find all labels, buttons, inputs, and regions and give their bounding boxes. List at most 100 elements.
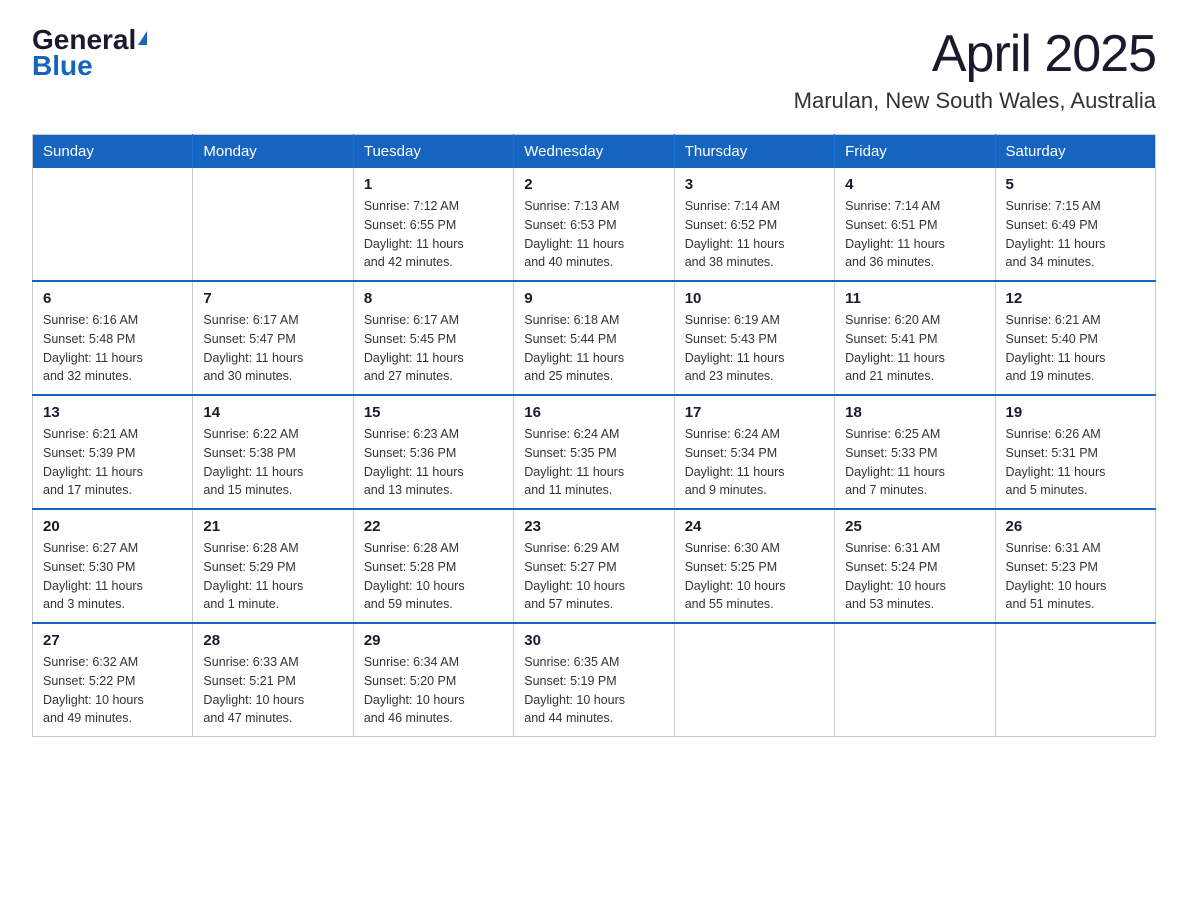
calendar-cell: 21 Sunrise: 6:28 AM Sunset: 5:29 PM Dayli… [193, 509, 353, 623]
day-info: Sunrise: 6:21 AM Sunset: 5:40 PM Dayligh… [1006, 311, 1145, 386]
calendar-cell: 23Sunrise: 6:29 AM Sunset: 5:27 PM Dayli… [514, 509, 674, 623]
day-number: 7 [203, 290, 342, 307]
day-number: 20 [43, 518, 182, 535]
day-number: 12 [1006, 290, 1145, 307]
calendar-cell: 1 Sunrise: 7:12 AM Sunset: 6:55 PM Daylig… [353, 168, 513, 281]
calendar-cell: 30 Sunrise: 6:35 AM Sunset: 5:19 PM Dayli… [514, 623, 674, 737]
location-title: Marulan, New South Wales, Australia [794, 88, 1156, 114]
calendar-cell: 29 Sunrise: 6:34 AM Sunset: 5:20 PM Dayli… [353, 623, 513, 737]
calendar-cell [674, 623, 834, 737]
calendar-table: SundayMondayTuesdayWednesdayThursdayFrid… [32, 134, 1156, 737]
calendar-cell: 14 Sunrise: 6:22 AM Sunset: 5:38 PM Dayli… [193, 395, 353, 509]
day-info: Sunrise: 7:14 AM Sunset: 6:51 PM Dayligh… [845, 197, 984, 272]
day-info: Sunrise: 7:15 AM Sunset: 6:49 PM Dayligh… [1006, 197, 1145, 272]
day-info: Sunrise: 6:28 AM Sunset: 5:28 PM Dayligh… [364, 539, 503, 614]
calendar-cell: 19 Sunrise: 6:26 AM Sunset: 5:31 PM Dayli… [995, 395, 1155, 509]
calendar-cell: 13 Sunrise: 6:21 AM Sunset: 5:39 PM Dayli… [33, 395, 193, 509]
days-header-row: SundayMondayTuesdayWednesdayThursdayFrid… [33, 135, 1156, 169]
day-number: 22 [364, 518, 503, 535]
day-of-week-header: Wednesday [514, 135, 674, 169]
day-info: Sunrise: 6:24 AM Sunset: 5:35 PM Dayligh… [524, 425, 663, 500]
calendar-cell: 20 Sunrise: 6:27 AM Sunset: 5:30 PM Dayli… [33, 509, 193, 623]
logo-blue-text: Blue [32, 50, 93, 82]
calendar-cell: 6 Sunrise: 6:16 AM Sunset: 5:48 PM Daylig… [33, 281, 193, 395]
day-info: Sunrise: 6:21 AM Sunset: 5:39 PM Dayligh… [43, 425, 182, 500]
day-info: Sunrise: 6:31 AM Sunset: 5:24 PM Dayligh… [845, 539, 984, 614]
calendar-cell [835, 623, 995, 737]
calendar-week-row: 6 Sunrise: 6:16 AM Sunset: 5:48 PM Daylig… [33, 281, 1156, 395]
day-number: 3 [685, 176, 824, 193]
day-number: 29 [364, 632, 503, 649]
day-of-week-header: Tuesday [353, 135, 513, 169]
day-number: 18 [845, 404, 984, 421]
calendar-cell: 4 Sunrise: 7:14 AM Sunset: 6:51 PM Daylig… [835, 168, 995, 281]
calendar-week-row: 27Sunrise: 6:32 AM Sunset: 5:22 PM Dayli… [33, 623, 1156, 737]
calendar-cell: 24 Sunrise: 6:30 AM Sunset: 5:25 PM Dayli… [674, 509, 834, 623]
calendar-cell: 11 Sunrise: 6:20 AM Sunset: 5:41 PM Dayli… [835, 281, 995, 395]
calendar-cell: 28 Sunrise: 6:33 AM Sunset: 5:21 PM Dayli… [193, 623, 353, 737]
calendar-cell: 10Sunrise: 6:19 AM Sunset: 5:43 PM Dayli… [674, 281, 834, 395]
day-info: Sunrise: 6:35 AM Sunset: 5:19 PM Dayligh… [524, 653, 663, 728]
calendar-cell: 15 Sunrise: 6:23 AM Sunset: 5:36 PM Dayli… [353, 395, 513, 509]
calendar-cell: 9 Sunrise: 6:18 AM Sunset: 5:44 PM Daylig… [514, 281, 674, 395]
day-number: 9 [524, 290, 663, 307]
month-title: April 2025 [794, 24, 1156, 84]
day-info: Sunrise: 6:27 AM Sunset: 5:30 PM Dayligh… [43, 539, 182, 614]
day-of-week-header: Saturday [995, 135, 1155, 169]
day-number: 26 [1006, 518, 1145, 535]
day-number: 14 [203, 404, 342, 421]
calendar-week-row: 20 Sunrise: 6:27 AM Sunset: 5:30 PM Dayli… [33, 509, 1156, 623]
day-info: Sunrise: 6:20 AM Sunset: 5:41 PM Dayligh… [845, 311, 984, 386]
calendar-cell: 18Sunrise: 6:25 AM Sunset: 5:33 PM Dayli… [835, 395, 995, 509]
day-of-week-header: Monday [193, 135, 353, 169]
day-info: Sunrise: 6:32 AM Sunset: 5:22 PM Dayligh… [43, 653, 182, 728]
day-info: Sunrise: 6:18 AM Sunset: 5:44 PM Dayligh… [524, 311, 663, 386]
calendar-cell: 7 Sunrise: 6:17 AM Sunset: 5:47 PM Daylig… [193, 281, 353, 395]
day-number: 19 [1006, 404, 1145, 421]
day-number: 6 [43, 290, 182, 307]
day-info: Sunrise: 6:26 AM Sunset: 5:31 PM Dayligh… [1006, 425, 1145, 500]
day-of-week-header: Thursday [674, 135, 834, 169]
day-number: 24 [685, 518, 824, 535]
day-info: Sunrise: 6:19 AM Sunset: 5:43 PM Dayligh… [685, 311, 824, 386]
day-of-week-header: Friday [835, 135, 995, 169]
day-number: 25 [845, 518, 984, 535]
header: General Blue April 2025 Marulan, New Sou… [32, 24, 1156, 114]
day-info: Sunrise: 6:29 AM Sunset: 5:27 PM Dayligh… [524, 539, 663, 614]
day-number: 21 [203, 518, 342, 535]
day-info: Sunrise: 6:28 AM Sunset: 5:29 PM Dayligh… [203, 539, 342, 614]
calendar-cell: 2Sunrise: 7:13 AM Sunset: 6:53 PM Daylig… [514, 168, 674, 281]
day-info: Sunrise: 7:14 AM Sunset: 6:52 PM Dayligh… [685, 197, 824, 272]
calendar-cell: 3 Sunrise: 7:14 AM Sunset: 6:52 PM Daylig… [674, 168, 834, 281]
logo: General Blue [32, 24, 147, 82]
day-number: 13 [43, 404, 182, 421]
day-info: Sunrise: 7:13 AM Sunset: 6:53 PM Dayligh… [524, 197, 663, 272]
day-info: Sunrise: 6:30 AM Sunset: 5:25 PM Dayligh… [685, 539, 824, 614]
day-info: Sunrise: 6:24 AM Sunset: 5:34 PM Dayligh… [685, 425, 824, 500]
day-info: Sunrise: 6:16 AM Sunset: 5:48 PM Dayligh… [43, 311, 182, 386]
day-number: 4 [845, 176, 984, 193]
calendar-cell [193, 168, 353, 281]
calendar-cell: 22 Sunrise: 6:28 AM Sunset: 5:28 PM Dayli… [353, 509, 513, 623]
title-block: April 2025 Marulan, New South Wales, Aus… [794, 24, 1156, 114]
logo-triangle-icon [138, 31, 147, 45]
day-number: 1 [364, 176, 503, 193]
day-number: 28 [203, 632, 342, 649]
day-info: Sunrise: 6:22 AM Sunset: 5:38 PM Dayligh… [203, 425, 342, 500]
calendar-cell: 12 Sunrise: 6:21 AM Sunset: 5:40 PM Dayli… [995, 281, 1155, 395]
day-info: Sunrise: 6:34 AM Sunset: 5:20 PM Dayligh… [364, 653, 503, 728]
calendar-cell: 25 Sunrise: 6:31 AM Sunset: 5:24 PM Dayli… [835, 509, 995, 623]
day-number: 30 [524, 632, 663, 649]
calendar-cell: 27Sunrise: 6:32 AM Sunset: 5:22 PM Dayli… [33, 623, 193, 737]
day-number: 11 [845, 290, 984, 307]
calendar-cell: 16Sunrise: 6:24 AM Sunset: 5:35 PM Dayli… [514, 395, 674, 509]
day-info: Sunrise: 6:23 AM Sunset: 5:36 PM Dayligh… [364, 425, 503, 500]
day-of-week-header: Sunday [33, 135, 193, 169]
day-number: 5 [1006, 176, 1145, 193]
day-info: Sunrise: 7:12 AM Sunset: 6:55 PM Dayligh… [364, 197, 503, 272]
calendar-cell: 8Sunrise: 6:17 AM Sunset: 5:45 PM Daylig… [353, 281, 513, 395]
day-number: 15 [364, 404, 503, 421]
day-info: Sunrise: 6:17 AM Sunset: 5:47 PM Dayligh… [203, 311, 342, 386]
calendar-cell: 5 Sunrise: 7:15 AM Sunset: 6:49 PM Daylig… [995, 168, 1155, 281]
day-info: Sunrise: 6:33 AM Sunset: 5:21 PM Dayligh… [203, 653, 342, 728]
